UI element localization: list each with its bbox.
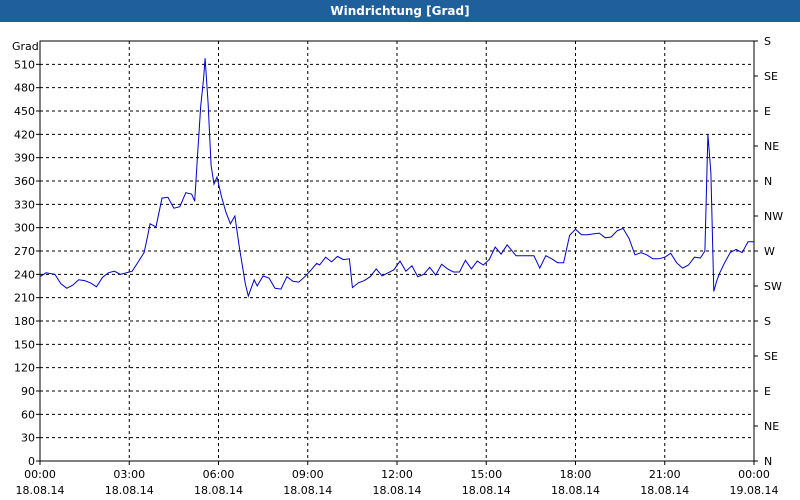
y-tick-label: 60: [21, 408, 35, 421]
x-tick-time-label: 03:00: [113, 468, 145, 481]
x-tick-date-label: 18.08.14: [16, 484, 65, 497]
y-tick-label: 390: [14, 152, 35, 165]
x-tick-date-label: 18.08.14: [283, 484, 332, 497]
y-tick-label: 120: [14, 362, 35, 375]
x-axis: 00:00 18.08.14 03:00 18.08.14 06:00 18.08.14 0…: [16, 461, 779, 497]
y-axis-label: Grad: [12, 40, 39, 53]
wind-direction-chart: Grad 0 30 60 90 120 150 180 210 240 270 300 330 360 3…: [12, 35, 783, 497]
compass-tick-label: NE: [764, 140, 779, 153]
compass-tick-label: W: [764, 245, 775, 258]
x-tick-time-label: 00:00: [24, 468, 56, 481]
x-tick-time-label: 06:00: [203, 468, 235, 481]
y-tick-label: 360: [14, 175, 35, 188]
compass-tick-label: SW: [764, 280, 782, 293]
x-tick-date-label: 18.08.14: [551, 484, 600, 497]
compass-tick-label: SE: [764, 350, 778, 363]
y-axis-right-compass: N NE E SE S SW W NW N NE E SE S: [754, 35, 783, 468]
compass-tick-label: S: [764, 35, 771, 48]
compass-tick-label: N: [764, 455, 772, 468]
compass-tick-label: N: [764, 175, 772, 188]
x-tick-time-label: 18:00: [560, 468, 592, 481]
y-tick-label: 150: [14, 338, 35, 351]
y-tick-label: 270: [14, 245, 35, 258]
y-tick-label: 180: [14, 315, 35, 328]
x-tick-date-label: 18.08.14: [194, 484, 243, 497]
y-tick-label: 480: [14, 82, 35, 95]
y-tick-label: 210: [14, 292, 35, 305]
x-tick-time-label: 15:00: [470, 468, 502, 481]
y-tick-label: 90: [21, 385, 35, 398]
compass-tick-label: E: [764, 385, 771, 398]
y-tick-label: 420: [14, 128, 35, 141]
x-tick-time-label: 09:00: [292, 468, 324, 481]
compass-tick-label: NE: [764, 420, 779, 433]
y-axis-left: 0 30 60 90 120 150 180 210 240 270 300 330 360 390 420…: [14, 58, 40, 468]
y-tick-label: 240: [14, 268, 35, 281]
window-title: Windrichtung [Grad]: [0, 0, 800, 22]
y-tick-label: 450: [14, 105, 35, 118]
x-tick-date-label: 18.08.14: [105, 484, 154, 497]
wind-direction-line: [39, 58, 754, 298]
compass-tick-label: S: [764, 315, 771, 328]
x-tick-date-label: 18.08.14: [462, 484, 511, 497]
compass-tick-label: NW: [764, 210, 783, 223]
compass-tick-label: SE: [764, 70, 778, 83]
compass-tick-label: E: [764, 105, 771, 118]
x-tick-date-label: 19.08.14: [730, 484, 779, 497]
y-tick-label: 510: [14, 58, 35, 71]
x-tick-date-label: 18.08.14: [640, 484, 689, 497]
x-tick-date-label: 18.08.14: [373, 484, 422, 497]
x-tick-time-label: 12:00: [381, 468, 413, 481]
y-tick-label: 30: [21, 432, 35, 445]
y-tick-label: 330: [14, 198, 35, 211]
y-tick-label: 300: [14, 222, 35, 235]
x-tick-time-label: 21:00: [649, 468, 681, 481]
x-tick-time-label: 00:00: [738, 468, 770, 481]
grid: [40, 41, 754, 461]
y-tick-label: 0: [28, 455, 35, 468]
